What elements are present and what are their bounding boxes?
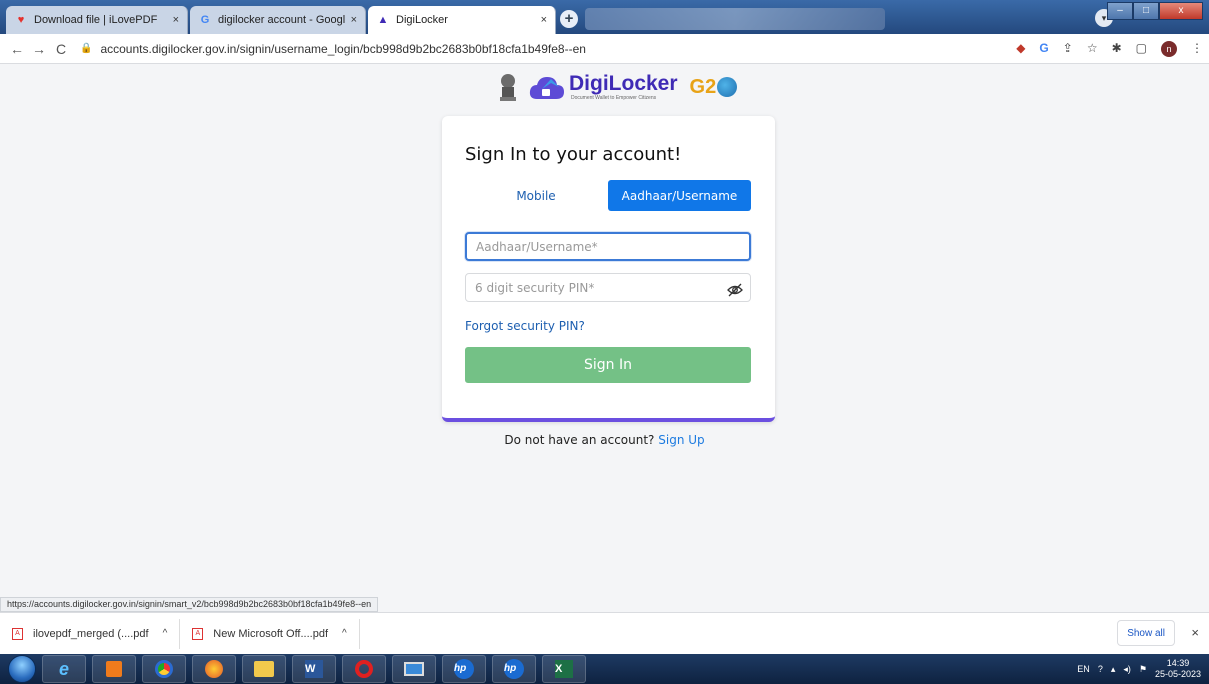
- clock-date: 25-05-2023: [1154, 669, 1201, 679]
- pin-input[interactable]: [465, 273, 751, 302]
- firefox-icon[interactable]: [192, 655, 236, 683]
- chevron-up-icon[interactable]: ^: [342, 628, 347, 639]
- opera-icon[interactable]: [342, 655, 386, 683]
- digilocker-icon: ▲: [377, 14, 389, 26]
- digilocker-logo: DigiLocker Document Wallet to Empower Ci…: [497, 70, 738, 104]
- tab-aadhaar-username[interactable]: Aadhaar/Username: [608, 180, 751, 211]
- url-field[interactable]: 🔒 accounts.digilocker.gov.in/signin/user…: [80, 42, 586, 56]
- download-name: New Microsoft Off....pdf: [213, 627, 329, 640]
- brand-tagline: Document Wallet to Empower Citizens: [571, 95, 657, 101]
- hp-icon[interactable]: hp: [442, 655, 486, 683]
- close-icon[interactable]: ×: [1191, 625, 1199, 640]
- tab-title: digilocker account - Google Sear: [218, 14, 345, 26]
- lock-icon: 🔒: [80, 43, 93, 54]
- extension-icons: ◆ G ⇪ ☆ ✱ ▢ n ⋮: [1016, 41, 1203, 57]
- back-button[interactable]: ←: [6, 41, 28, 57]
- show-all-button[interactable]: Show all: [1117, 620, 1175, 646]
- cloud-logo-icon: [529, 73, 565, 101]
- close-tab-icon[interactable]: ×: [173, 14, 179, 26]
- help-icon[interactable]: ?: [1098, 664, 1103, 674]
- tab-title: DigiLocker: [396, 14, 448, 26]
- forgot-pin-link[interactable]: Forgot security PIN?: [465, 319, 585, 333]
- browser-tabstrip: ♥ Download file | iLovePDF × G digilocke…: [0, 0, 1209, 34]
- window-controls: – □ x: [1107, 2, 1203, 20]
- tab-digilocker[interactable]: ▲ DigiLocker ×: [368, 6, 556, 34]
- chevron-up-icon[interactable]: ^: [163, 628, 168, 639]
- system-tray: EN ? ▴ ◂) ⚑ 14:39 25-05-2023: [1077, 654, 1201, 684]
- ie-icon[interactable]: e: [42, 655, 86, 683]
- speaker-icon[interactable]: ◂): [1123, 664, 1131, 675]
- taskbar: e W hp hp X EN ? ▴ ◂) ⚑ 14:39 25-05-2023: [0, 654, 1209, 684]
- extension-icon[interactable]: ◆: [1016, 41, 1025, 57]
- sign-up-link[interactable]: Sign Up: [658, 433, 704, 447]
- downloads-shelf: A ilovepdf_merged (....pdf ^ A New Micro…: [0, 612, 1209, 654]
- download-item[interactable]: A New Microsoft Off....pdf ^: [180, 618, 360, 649]
- g20-logo: G2: [690, 76, 738, 99]
- brand: DigiLocker Document Wallet to Empower Ci…: [569, 72, 678, 102]
- address-bar: ← → C 🔒 accounts.digilocker.gov.in/signi…: [0, 34, 1209, 64]
- clock[interactable]: 14:39 25-05-2023: [1155, 658, 1201, 680]
- no-account-text: Do not have an account?: [504, 433, 655, 447]
- puzzle-icon[interactable]: ✱: [1112, 41, 1122, 57]
- close-tab-icon[interactable]: ×: [351, 14, 357, 26]
- heart-icon: ♥: [17, 14, 25, 26]
- close-tab-icon[interactable]: ×: [541, 14, 547, 26]
- clock-time: 14:39: [1166, 658, 1190, 668]
- hp-icon[interactable]: hp: [492, 655, 536, 683]
- status-url: https://accounts.digilocker.gov.in/signi…: [0, 597, 379, 612]
- screen-icon[interactable]: [392, 655, 436, 683]
- forward-button[interactable]: →: [28, 41, 50, 57]
- globe-icon: [717, 77, 738, 97]
- brand-name: DigiLocker: [569, 72, 678, 95]
- g20-text: G2: [689, 75, 717, 98]
- chrome-icon[interactable]: [142, 655, 186, 683]
- start-button[interactable]: [8, 655, 36, 683]
- url-text: accounts.digilocker.gov.in/signin/userna…: [100, 41, 586, 56]
- google-icon: G: [200, 14, 210, 26]
- google-icon[interactable]: G: [1039, 41, 1048, 57]
- signin-card: Sign In to your account! Mobile Aadhaar/…: [442, 116, 775, 422]
- network-icon[interactable]: ▴: [1111, 664, 1116, 675]
- tab-mobile[interactable]: Mobile: [466, 180, 606, 211]
- pdf-icon: A: [12, 627, 23, 640]
- download-name: ilovepdf_merged (....pdf: [33, 627, 149, 640]
- page-title: Sign In to your account!: [465, 144, 682, 165]
- menu-icon[interactable]: ⋮: [1191, 41, 1203, 57]
- media-player-icon[interactable]: [92, 655, 136, 683]
- download-item[interactable]: A ilovepdf_merged (....pdf ^: [0, 618, 181, 649]
- blurred-tab-area: [585, 8, 885, 30]
- avatar[interactable]: n: [1161, 41, 1177, 57]
- signup-prompt: Do not have an account? Sign Up: [0, 433, 1209, 447]
- folder-icon[interactable]: [242, 655, 286, 683]
- language-indicator[interactable]: EN: [1077, 664, 1090, 674]
- tab-title: Download file | iLovePDF: [34, 14, 158, 26]
- flag-icon[interactable]: ⚑: [1139, 664, 1147, 675]
- tab-google-search[interactable]: G digilocker account - Google Sear ×: [190, 6, 366, 34]
- sidepanel-icon[interactable]: ▢: [1136, 41, 1147, 57]
- tab-ilovepdf[interactable]: ♥ Download file | iLovePDF ×: [6, 6, 188, 34]
- share-icon[interactable]: ⇪: [1063, 41, 1073, 57]
- maximize-icon[interactable]: □: [1133, 2, 1159, 20]
- pdf-icon: A: [192, 627, 204, 640]
- emblem-icon: [497, 70, 519, 104]
- minimize-icon[interactable]: –: [1107, 2, 1133, 20]
- page-content: DigiLocker Document Wallet to Empower Ci…: [0, 64, 1209, 612]
- word-icon[interactable]: W: [292, 655, 336, 683]
- sign-in-button[interactable]: Sign In: [465, 347, 751, 383]
- excel-icon[interactable]: X: [542, 655, 586, 683]
- eye-slash-icon[interactable]: [727, 282, 743, 298]
- username-input[interactable]: [465, 232, 751, 261]
- close-window-icon[interactable]: x: [1159, 2, 1203, 20]
- new-tab-button[interactable]: +: [560, 10, 578, 28]
- reload-button[interactable]: C: [50, 41, 72, 57]
- bookmark-star-icon[interactable]: ☆: [1087, 41, 1098, 57]
